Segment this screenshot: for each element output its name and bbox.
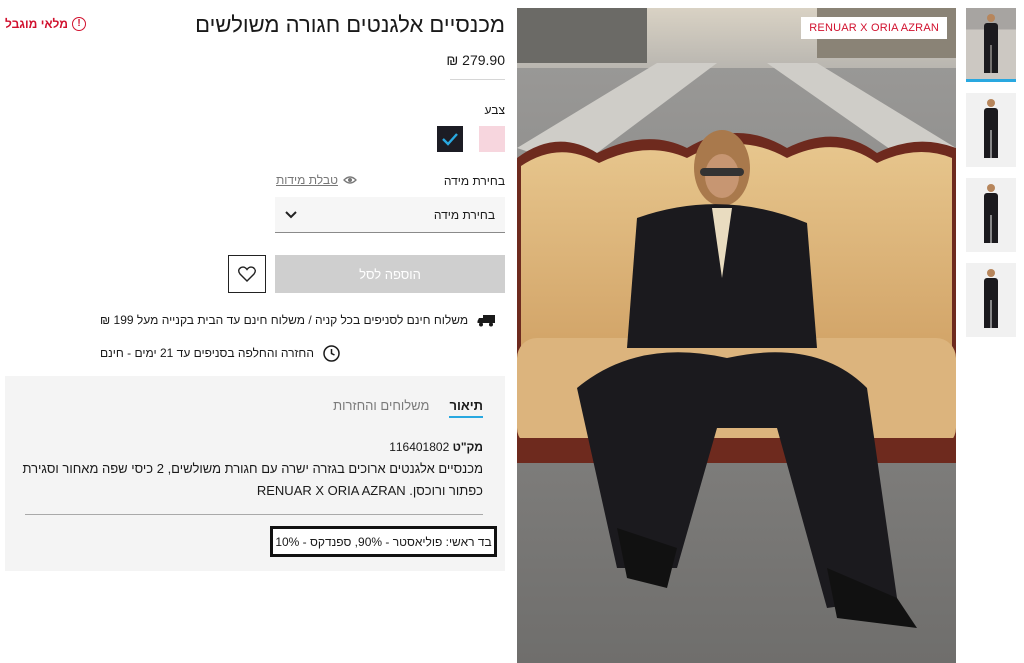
- limited-stock-badge: מלאי מוגבל !: [5, 17, 86, 31]
- heart-icon: [238, 266, 256, 282]
- size-table-text: טבלת מידות: [276, 173, 338, 187]
- color-swatch-black[interactable]: [437, 126, 463, 152]
- product-title: מכנסיים אלגנטים חגורה משולשים: [195, 12, 505, 37]
- thumbnail-4[interactable]: [966, 263, 1016, 337]
- details-tabs: תיאור משלוחים והחזרות: [333, 398, 483, 418]
- tab-shipping-returns[interactable]: משלוחים והחזרות: [333, 398, 429, 418]
- product-description: מכנסיים אלגנטים ארוכים בגזרה ישרה עם חגו…: [22, 461, 483, 498]
- thumbnail-figure: [984, 269, 998, 329]
- returns-text: החזרה והחלפה בסניפים עד 21 ימים - חינם: [100, 346, 314, 360]
- truck-icon: [476, 311, 496, 329]
- shipping-text: משלוח חינם לסניפים בכל קניה / משלוח חינם…: [100, 313, 469, 327]
- product-main-image[interactable]: RENUAR X ORIA AZRAN: [517, 8, 956, 663]
- tab-description[interactable]: תיאור: [449, 398, 483, 418]
- sku-value: 116401802: [389, 440, 450, 454]
- limited-stock-label: מלאי מוגבל: [5, 17, 68, 31]
- thumbnail-figure: [984, 184, 998, 244]
- size-select-value: בחירת מידה: [433, 207, 495, 222]
- thumbnail-figure: [984, 99, 998, 159]
- add-to-cart-button[interactable]: הוספה לסל: [275, 255, 505, 293]
- size-select[interactable]: בחירת מידה: [275, 197, 505, 233]
- fabric-composition: בד ראשי: פוליאסטר - 90%, ספנדקס - 10%: [270, 526, 497, 557]
- thumbnail-strip: [966, 8, 1018, 348]
- returns-info: החזרה והחלפה בסניפים עד 21 ימים - חינם: [100, 344, 505, 362]
- clock-icon: [322, 344, 342, 362]
- product-photo: [517, 8, 956, 663]
- check-icon: [442, 133, 458, 146]
- chevron-down-icon: [285, 210, 297, 218]
- color-swatch-pink[interactable]: [479, 126, 505, 152]
- size-label: בחירת מידה: [443, 174, 505, 188]
- divider: [450, 79, 505, 80]
- color-label: צבע: [484, 103, 505, 117]
- thumbnail-figure: [984, 14, 998, 74]
- details-panel: תיאור משלוחים והחזרות מק"ט 116401802 מכנ…: [5, 376, 505, 571]
- sku-label: מק"ט: [452, 440, 483, 454]
- brand-tag: RENUAR X ORIA AZRAN: [801, 17, 947, 39]
- wishlist-button[interactable]: [228, 255, 266, 293]
- product-price: 279.90 ₪: [446, 52, 505, 68]
- divider: [25, 514, 483, 515]
- thumbnail-2[interactable]: [966, 93, 1016, 167]
- shipping-info: משלוח חינם לסניפים בכל קניה / משלוח חינם…: [100, 311, 505, 329]
- thumbnail-1[interactable]: [966, 8, 1016, 82]
- size-table-link[interactable]: טבלת מידות: [276, 173, 357, 187]
- thumbnail-3[interactable]: [966, 178, 1016, 252]
- sku-line: מק"ט 116401802: [389, 440, 483, 454]
- alert-icon: !: [71, 17, 86, 31]
- eye-icon: [343, 176, 357, 184]
